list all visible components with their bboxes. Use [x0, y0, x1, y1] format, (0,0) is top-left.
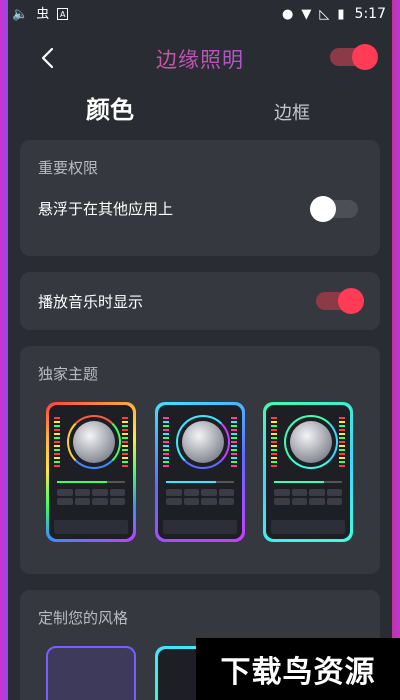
bug-icon: 虫 — [36, 6, 50, 22]
toggle-knob — [310, 196, 336, 222]
slider-fill — [274, 481, 325, 483]
slider-fill — [57, 481, 108, 483]
theme-preview — [49, 405, 133, 539]
equalizer-bars — [122, 417, 128, 467]
preset-chips — [57, 489, 125, 505]
battery-charging-icon: ▮ — [337, 6, 345, 22]
exclusive-themes-label: 独家主题 — [38, 365, 99, 383]
wifi-icon: ▼ — [301, 6, 312, 22]
status-time: 5:17 — [354, 6, 386, 22]
custom-style-label: 定制您的风格 — [38, 609, 129, 627]
status-bar: 🔈 虫 A ● ▼ ◺ ▮ 5:17 — [8, 0, 392, 28]
volume-knob-icon — [290, 421, 332, 463]
toggle-knob — [338, 288, 364, 314]
no-signal-icon: ◺ — [319, 6, 330, 22]
theme-green-cyan[interactable] — [263, 402, 353, 542]
equalizer-bars — [271, 417, 277, 467]
app-header: 边缘照明 — [8, 36, 392, 80]
theme-preview — [158, 405, 242, 539]
watermark-banner: 下载鸟资源 — [196, 638, 400, 700]
master-toggle[interactable] — [330, 44, 378, 70]
music-card: 播放音乐时显示 — [20, 272, 380, 330]
volume-knob-icon — [73, 421, 115, 463]
tab-bar: 颜色 边框 — [8, 88, 392, 132]
theme-cyan-purple[interactable] — [155, 402, 245, 542]
volume-knob-icon — [182, 421, 224, 463]
preset-chips — [166, 489, 234, 505]
app-screen: 🔈 虫 A ● ▼ ◺ ▮ 5:17 边缘照明 颜色 边框 重要权限 悬浮于在其… — [8, 0, 392, 700]
theme-preview — [266, 405, 350, 539]
tab-color[interactable]: 颜色 — [86, 90, 134, 125]
notification-box-icon: A — [57, 8, 69, 20]
exclusive-themes-card: 独家主题 — [20, 346, 380, 574]
mini-player — [163, 520, 237, 534]
slider-fill — [166, 481, 217, 483]
overlay-permission-label: 悬浮于在其他应用上 — [38, 200, 174, 218]
overlay-permission-toggle[interactable] — [310, 196, 358, 222]
equalizer-bars — [163, 417, 169, 467]
custom-color-swatch[interactable] — [46, 646, 136, 700]
mini-player — [271, 520, 345, 534]
theme-rainbow[interactable] — [46, 402, 136, 542]
permissions-card: 重要权限 悬浮于在其他应用上 — [20, 140, 380, 256]
equalizer-bars — [54, 417, 60, 467]
tab-border[interactable]: 边框 — [274, 99, 310, 125]
toggle-knob — [352, 44, 378, 70]
permissions-label: 重要权限 — [38, 159, 99, 177]
location-icon: ● — [282, 6, 294, 22]
equalizer-bars — [231, 417, 237, 467]
equalizer-bars — [339, 417, 345, 467]
show-on-music-label: 播放音乐时显示 — [38, 293, 144, 311]
show-on-music-toggle[interactable] — [316, 288, 364, 314]
speaker-icon: 🔈 — [12, 6, 29, 22]
mini-player — [54, 520, 128, 534]
preset-chips — [274, 489, 342, 505]
